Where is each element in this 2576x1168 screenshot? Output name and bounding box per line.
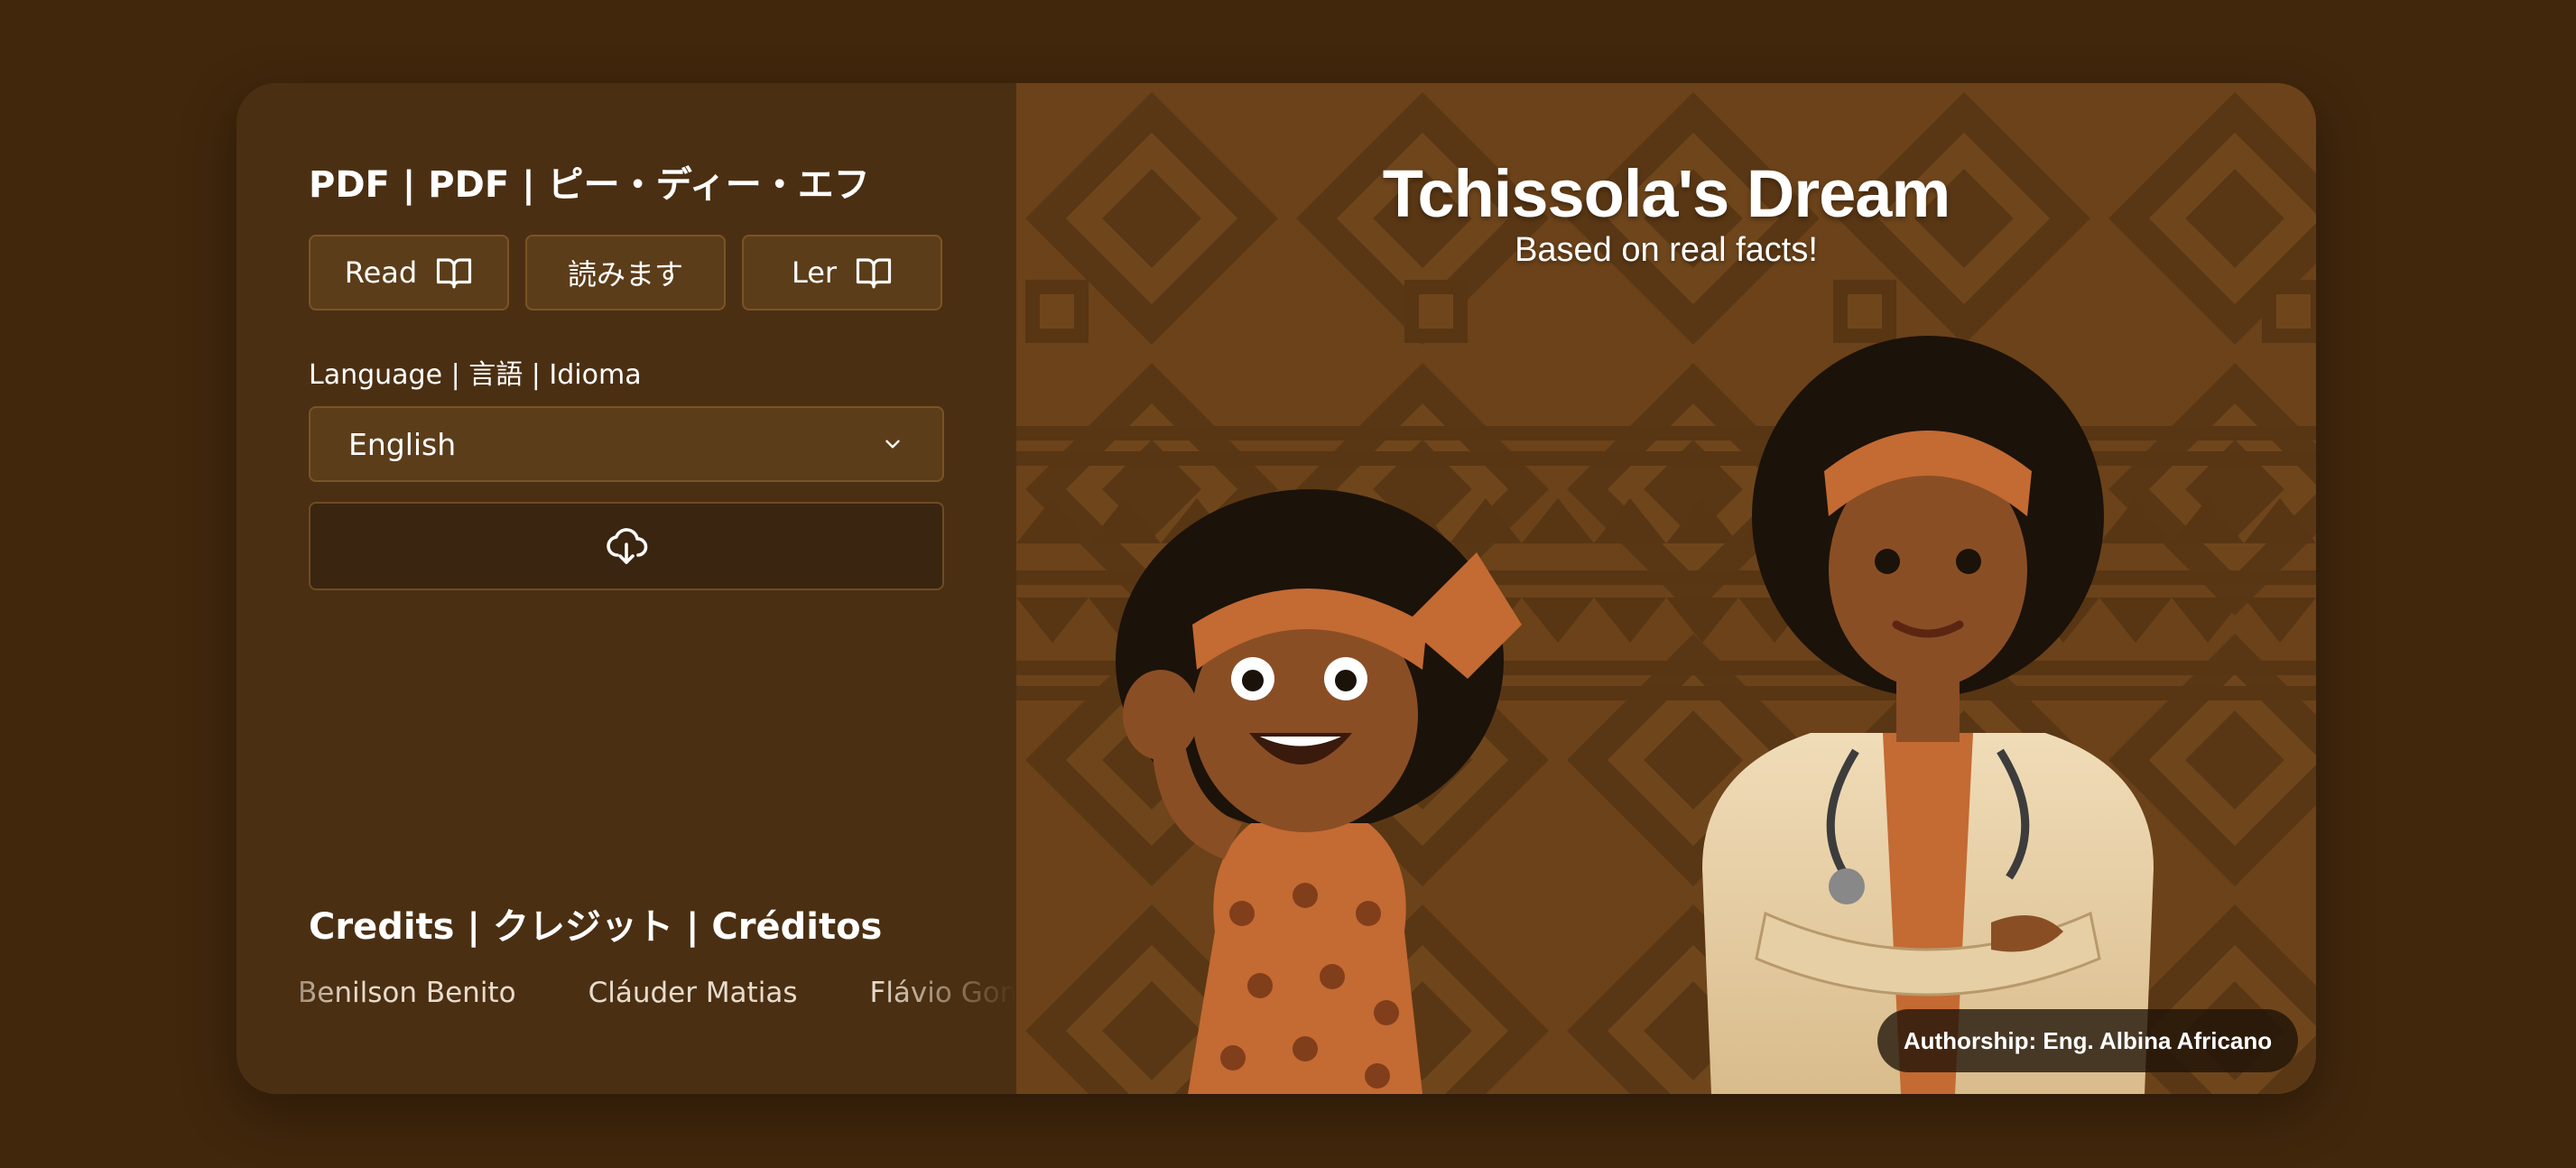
read-buttons-row: Read 読みます Ler (309, 235, 942, 311)
read-japanese-button[interactable]: 読みます (525, 235, 726, 311)
read-english-button[interactable]: Read (309, 235, 509, 311)
language-label: Language | 言語 | Idioma (309, 359, 642, 391)
book-card: PDF | PDF | ピー・ディー・エフ Read 読みます Ler Lang… (236, 83, 2316, 1094)
credits-title: Credits | クレジット | Créditos (309, 906, 883, 948)
cover-title: Tchissola's Dream (1382, 156, 1951, 231)
book-open-icon (437, 258, 472, 289)
language-selected-value: English (348, 426, 457, 462)
authorship-badge: Authorship: Eng. Albina Africano (1877, 1009, 2298, 1072)
download-pdf-button[interactable] (309, 502, 944, 590)
book-info-panel: PDF | PDF | ピー・ディー・エフ Read 読みます Ler Lang… (236, 83, 1016, 1094)
chevron-down-icon (885, 440, 900, 449)
credit-name: Benilson Benito (298, 977, 516, 1009)
read-japanese-label: 読みます (567, 257, 683, 292)
credits-marquee: Benilson Benito Cláuder Matias Flávio Go… (298, 977, 1016, 1020)
credit-name: Flávio Gon (869, 977, 1016, 1009)
read-english-label: Read (344, 255, 418, 290)
book-cover: Tchissola's Dream Based on real facts! A… (1016, 83, 2316, 1094)
credit-name: Cláuder Matias (588, 977, 798, 1009)
cloud-download-icon (607, 528, 648, 564)
read-portuguese-label: Ler (791, 255, 838, 290)
read-portuguese-button[interactable]: Ler (742, 235, 942, 311)
language-select[interactable]: English (309, 406, 944, 482)
pdf-section-title: PDF | PDF | ピー・ディー・エフ (309, 164, 870, 206)
book-open-icon (856, 258, 892, 289)
cover-subtitle: Based on real facts! (1515, 231, 1818, 269)
